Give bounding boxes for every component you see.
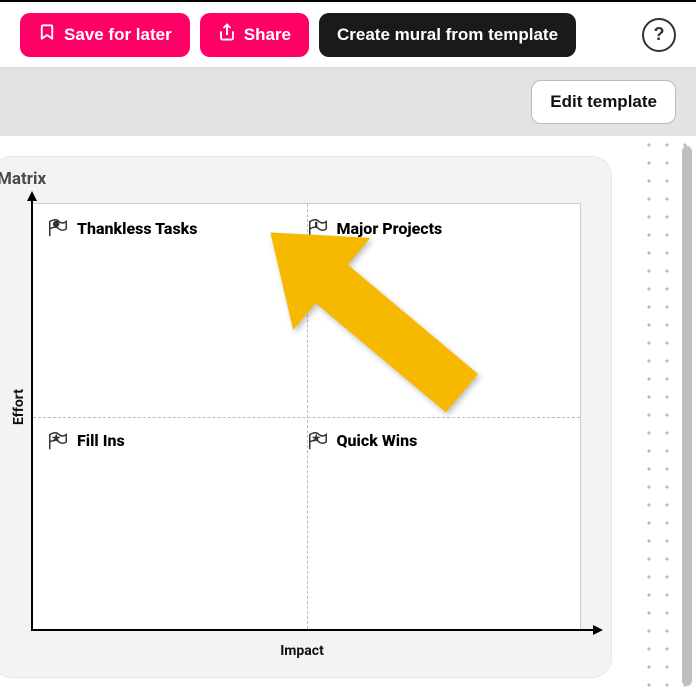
flag-icon: ★	[307, 431, 329, 451]
edit-template-button[interactable]: Edit template	[531, 80, 676, 124]
svg-text:☹: ☹	[53, 221, 59, 228]
y-axis-label: Effort	[11, 389, 27, 425]
quadrant-quick-wins[interactable]: ★ Quick Wins	[307, 431, 418, 451]
share-button[interactable]: Share	[200, 13, 309, 57]
share-icon	[218, 23, 236, 46]
share-label: Share	[244, 25, 291, 45]
edit-template-label: Edit template	[550, 92, 657, 112]
quadrant-major-projects[interactable]: ! Major Projects	[307, 218, 443, 238]
flag-icon: ★	[47, 431, 69, 451]
quadrant-label: Fill Ins	[77, 431, 125, 450]
x-axis-label: Impact	[0, 643, 611, 659]
svg-text:!: !	[315, 222, 317, 229]
matrix-title: Matrix	[0, 169, 46, 189]
canvas-area[interactable]: Matrix Effort ☹ Thankless Tasks ! Major …	[0, 136, 696, 696]
quadrant-thankless-tasks[interactable]: ☹ Thankless Tasks	[47, 218, 198, 238]
save-for-later-button[interactable]: Save for later	[20, 13, 190, 57]
bookmark-icon	[38, 23, 56, 46]
vertical-scrollbar[interactable]	[682, 146, 692, 686]
save-label: Save for later	[64, 25, 172, 45]
flag-icon: !	[307, 218, 329, 238]
quadrant-label: Thankless Tasks	[77, 219, 198, 238]
quadrant-grid: ☹ Thankless Tasks ! Major Projects ★ Fil…	[33, 203, 581, 629]
matrix-card[interactable]: Matrix Effort ☹ Thankless Tasks ! Major …	[0, 156, 612, 678]
x-axis	[31, 629, 597, 631]
top-toolbar: Save for later Share Create mural from t…	[0, 0, 696, 68]
question-icon: ?	[654, 24, 665, 45]
sub-toolbar: Edit template	[0, 68, 696, 136]
create-label: Create mural from template	[337, 25, 558, 45]
flag-icon: ☹	[47, 218, 69, 238]
quadrant-label: Major Projects	[337, 219, 443, 238]
matrix-plot: ☹ Thankless Tasks ! Major Projects ★ Fil…	[31, 203, 591, 631]
y-axis	[31, 197, 33, 631]
quadrant-fill-ins[interactable]: ★ Fill Ins	[47, 431, 125, 451]
help-button[interactable]: ?	[642, 18, 676, 52]
quadrant-label: Quick Wins	[337, 431, 418, 450]
create-mural-button[interactable]: Create mural from template	[319, 13, 576, 57]
